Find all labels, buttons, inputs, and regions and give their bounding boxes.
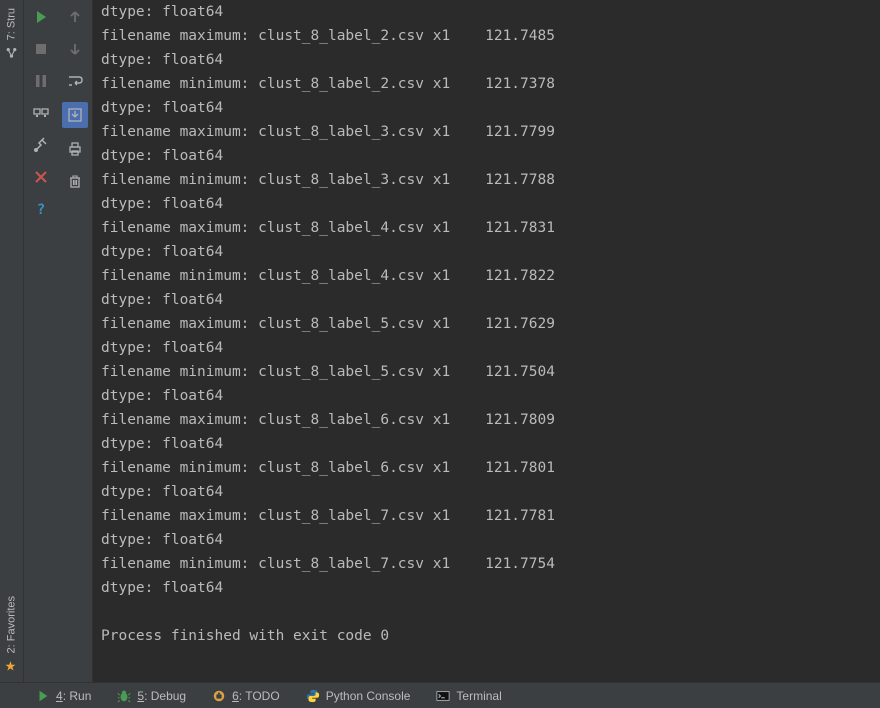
scroll-to-end-button[interactable]	[62, 102, 88, 128]
down-button[interactable]	[64, 38, 86, 60]
tab-structure-label: 7: Stru	[6, 8, 18, 40]
dump-threads-button[interactable]	[30, 102, 52, 124]
svg-text:?: ?	[37, 202, 45, 217]
terminal-icon	[436, 689, 450, 703]
tab-structure[interactable]: 7: Stru	[0, 0, 23, 67]
tab-favorites[interactable]: ★ 2: Favorites	[0, 588, 23, 682]
print-button[interactable]	[64, 138, 86, 160]
soft-wrap-button[interactable]	[64, 70, 86, 92]
main-row: 7: Stru ★ 2: Favorites ?	[0, 0, 880, 682]
run-toolbar: ?	[24, 0, 58, 682]
left-tool-tabs: 7: Stru ★ 2: Favorites	[0, 0, 24, 682]
toolwindow-run[interactable]: 4: Run	[36, 689, 91, 703]
toolwindow-python-console[interactable]: Python Console	[306, 689, 411, 703]
run-icon	[36, 689, 50, 703]
tab-favorites-label: 2: Favorites	[6, 596, 18, 653]
toolwindow-terminal[interactable]: Terminal	[436, 689, 501, 703]
attach-debugger-button[interactable]	[30, 134, 52, 156]
clear-all-button[interactable]	[64, 170, 86, 192]
bottom-toolwindow-bar: 4: Run 5: Debug 6: TODO Python Console T…	[0, 682, 880, 708]
todo-icon	[212, 689, 226, 703]
up-button[interactable]	[64, 6, 86, 28]
toolwindow-run-label: 4: Run	[56, 689, 91, 703]
python-icon	[306, 689, 320, 703]
pause-button[interactable]	[30, 70, 52, 92]
toolwindow-todo[interactable]: 6: TODO	[212, 689, 280, 703]
toolwindow-debug-label: 5: Debug	[137, 689, 186, 703]
star-icon: ★	[4, 659, 19, 674]
structure-icon	[4, 46, 19, 59]
toolwindow-pyconsole-label: Python Console	[326, 689, 411, 703]
help-button[interactable]: ?	[30, 198, 52, 220]
exit-button[interactable]	[30, 166, 52, 188]
bug-icon	[117, 689, 131, 703]
toolwindow-debug[interactable]: 5: Debug	[117, 689, 186, 703]
toolwindow-todo-label: 6: TODO	[232, 689, 280, 703]
output-toolbar	[58, 0, 92, 682]
console-output[interactable]: dtype: float64 filename maximum: clust_8…	[92, 0, 880, 682]
toolwindow-terminal-label: Terminal	[456, 689, 501, 703]
stop-button[interactable]	[30, 38, 52, 60]
rerun-button[interactable]	[30, 6, 52, 28]
